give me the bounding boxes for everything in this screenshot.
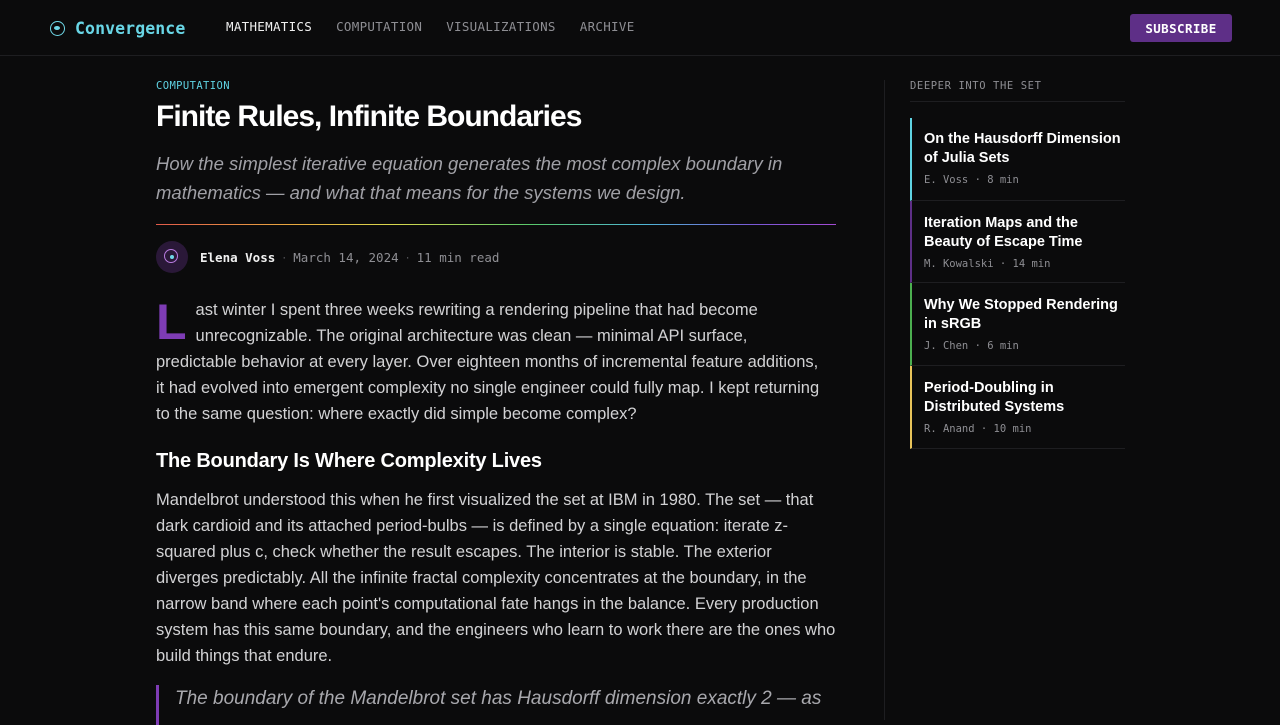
pull-quote-text: The boundary of the Mandelbrot set has H… <box>175 688 822 709</box>
gradient-divider <box>156 224 836 225</box>
related-item[interactable]: Period-Doubling in Distributed Systems R… <box>910 366 1125 449</box>
byline: Elena Voss · March 14, 2024 · 11 min rea… <box>156 241 499 273</box>
related-item[interactable]: Iteration Maps and the Beauty of Escape … <box>910 201 1125 283</box>
read-time: 11 min read <box>416 249 500 265</box>
byline-separator: · <box>405 250 410 264</box>
nav-item-mathematics[interactable]: MATHEMATICS <box>226 19 312 34</box>
related-item-meta: E. Voss · 8 min <box>924 174 1019 186</box>
related-item[interactable]: On the Hausdorff Dimension of Julia Sets… <box>910 118 1125 201</box>
related-sidebar: DEEPER INTO THE SET On the Hausdorff Dim… <box>884 80 1125 720</box>
main-nav: MATHEMATICS COMPUTATION VISUALIZATIONS A… <box>226 19 659 34</box>
article-title: Finite Rules, Infinite Boundaries <box>156 100 582 133</box>
nav-item-archive[interactable]: ARCHIVE <box>580 19 635 34</box>
article-subtitle: How the simplest iterative equation gene… <box>156 153 783 203</box>
related-item-meta: R. Anand · 10 min <box>924 423 1032 435</box>
body-paragraph: Mandelbrot understood this when he first… <box>156 491 836 665</box>
related-item-meta: J. Chen · 6 min <box>924 340 1019 352</box>
author-name[interactable]: Elena Voss <box>200 250 275 265</box>
nav-item-computation[interactable]: COMPUTATION <box>336 19 422 34</box>
related-item-title: On the Hausdorff Dimension of Julia Sets <box>924 131 1121 166</box>
top-navigation-bar: Convergence MATHEMATICS COMPUTATION VISU… <box>0 0 1280 56</box>
article-category-tag[interactable]: COMPUTATION <box>156 80 230 92</box>
pull-quote: The boundary of the Mandelbrot set has H… <box>156 685 836 725</box>
nav-item-visualizations[interactable]: VISUALIZATIONS <box>446 19 556 34</box>
related-item-meta: M. Kowalski · 14 min <box>924 258 1051 270</box>
related-item-title: Period-Doubling in Distributed Systems <box>924 380 1065 415</box>
related-item-title: Iteration Maps and the Beauty of Escape … <box>924 215 1083 250</box>
author-avatar <box>156 241 188 273</box>
section-heading: The Boundary Is Where Complexity Lives <box>156 450 542 472</box>
drop-cap: L <box>156 294 187 350</box>
intro-paragraph-text: ast winter I spent three weeks rewriting… <box>156 301 820 423</box>
byline-separator: · <box>282 250 287 264</box>
related-item-title: Why We Stopped Rendering in sRGB <box>924 297 1118 332</box>
publish-date: March 14, 2024 <box>293 249 399 265</box>
fractal-logo-icon <box>50 20 65 36</box>
subscribe-button[interactable]: SUBSCRIBE <box>1130 14 1232 42</box>
intro-paragraph: Last winter I spent three weeks rewritin… <box>156 297 828 427</box>
related-item[interactable]: Why We Stopped Rendering in sRGB J. Chen… <box>910 283 1125 366</box>
sidebar-heading: DEEPER INTO THE SET <box>910 80 1125 102</box>
brand-link[interactable]: Convergence <box>50 17 185 39</box>
related-list: On the Hausdorff Dimension of Julia Sets… <box>910 118 1125 449</box>
brand-name: Convergence <box>75 18 186 38</box>
